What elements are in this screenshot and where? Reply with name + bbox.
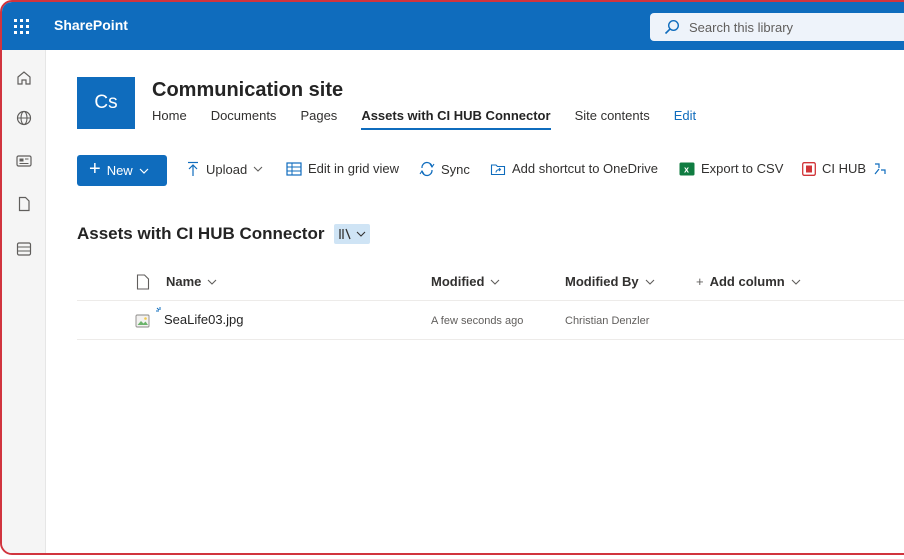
search-box[interactable] xyxy=(650,13,904,41)
grid-icon xyxy=(286,161,302,176)
chevron-down-icon xyxy=(791,279,801,285)
chevron-down-icon xyxy=(645,279,655,285)
image-file-icon xyxy=(135,314,150,328)
nav-home[interactable]: Home xyxy=(152,108,187,130)
row-divider xyxy=(77,339,904,340)
app-frame: SharePoint Search this library Cs Commun… xyxy=(0,0,904,555)
add-column-button[interactable]: + Add column xyxy=(696,274,801,289)
edit-in-grid-view-button[interactable]: Edit in grid view xyxy=(286,161,399,176)
nav-assets-with-ci-hub-connector[interactable]: Assets with CI HUB Connector xyxy=(361,108,551,130)
export-to-csv-button[interactable]: x Export to CSV xyxy=(679,161,783,176)
flow-button[interactable] xyxy=(872,161,894,177)
flow-icon xyxy=(874,163,886,175)
new-button-label: New xyxy=(106,163,133,178)
excel-icon: x xyxy=(679,162,695,175)
column-header-modified-by[interactable]: Modified By xyxy=(565,274,655,289)
upload-icon xyxy=(188,161,198,176)
command-bar: + New Upload Edit in grid view Sync Add … xyxy=(46,150,904,190)
header-divider xyxy=(77,300,904,301)
upload-button[interactable]: Upload xyxy=(186,161,269,177)
globe-icon[interactable] xyxy=(15,109,33,127)
shortcut-icon xyxy=(490,163,506,175)
file-icon[interactable] xyxy=(15,195,33,213)
site-title[interactable]: Communication site xyxy=(152,79,343,102)
suite-bar: SharePoint xyxy=(2,2,904,50)
edit-in-grid-view-label: Edit in grid view xyxy=(308,161,400,176)
site-navigation: Home Documents Pages Assets with CI HUB … xyxy=(152,108,720,130)
list-icon[interactable] xyxy=(15,240,33,258)
app-bar xyxy=(2,50,46,553)
new-button[interactable]: + New xyxy=(77,155,167,186)
column-header-name-label: Name xyxy=(166,274,202,289)
plus-icon: + xyxy=(696,274,704,289)
column-header-modified[interactable]: Modified xyxy=(431,274,500,289)
view-switcher-button[interactable] xyxy=(334,224,371,244)
file-modified-by[interactable]: Christian Denzler xyxy=(565,315,649,327)
column-header-name[interactable]: Name xyxy=(166,274,217,289)
news-icon[interactable] xyxy=(15,152,33,170)
app-launcher-icon[interactable] xyxy=(11,16,29,34)
add-column-label: Add column xyxy=(709,274,785,289)
chevron-down-icon xyxy=(253,166,263,172)
file-modified: A few seconds ago xyxy=(431,315,524,327)
ci-hub-icon xyxy=(802,161,816,176)
library-icon xyxy=(339,228,352,240)
column-header-modified-by-label: Modified By xyxy=(565,274,639,289)
nav-pages[interactable]: Pages xyxy=(300,108,337,130)
sync-label: Sync xyxy=(441,161,470,177)
library-title-text: Assets with CI HUB Connector xyxy=(77,224,325,243)
file-type-icon[interactable] xyxy=(136,274,150,290)
library-title: Assets with CI HUB Connector xyxy=(77,224,371,244)
ci-hub-label: CI HUB xyxy=(822,161,867,176)
home-icon[interactable] xyxy=(15,69,33,87)
search-icon xyxy=(664,19,680,35)
site-logo[interactable]: Cs xyxy=(77,77,135,129)
chevron-down-icon xyxy=(139,168,149,174)
column-header-modified-label: Modified xyxy=(431,274,485,289)
svg-text:x: x xyxy=(684,164,689,174)
file-name-link[interactable]: SeaLife03.jpg xyxy=(164,312,244,327)
search-input[interactable] xyxy=(689,19,889,35)
add-shortcut-to-onedrive-button[interactable]: Add shortcut to OneDrive xyxy=(490,161,658,176)
nav-site-contents[interactable]: Site contents xyxy=(575,108,650,130)
nav-edit-link[interactable]: Edit xyxy=(674,108,696,130)
upload-label: Upload xyxy=(206,161,248,177)
sync-icon xyxy=(419,161,435,177)
chevron-down-icon xyxy=(491,279,500,285)
plus-icon: + xyxy=(89,158,101,180)
add-shortcut-label: Add shortcut to OneDrive xyxy=(512,161,658,176)
nav-documents[interactable]: Documents xyxy=(211,108,277,130)
app-brand[interactable]: SharePoint xyxy=(54,17,128,33)
export-to-csv-label: Export to CSV xyxy=(701,161,784,176)
chevron-down-icon xyxy=(208,279,217,285)
ci-hub-button[interactable]: CI HUB xyxy=(802,161,866,176)
sync-button[interactable]: Sync xyxy=(419,161,470,177)
chevron-down-icon xyxy=(357,231,366,237)
